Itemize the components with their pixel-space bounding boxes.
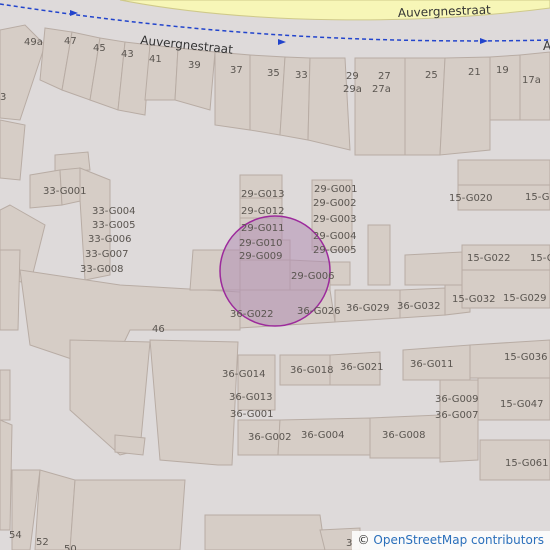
garage-label: 29-G006 (291, 271, 335, 282)
garage-label: 29-G010 (239, 238, 283, 249)
house-number: 35 (267, 68, 280, 79)
garage-label: 36-G013 (229, 392, 273, 403)
house-number: 49a (24, 37, 43, 48)
garage-label: 29-G002 (313, 198, 357, 209)
house-number: 33 (295, 70, 308, 81)
copyright-symbol: © (357, 533, 370, 547)
garage-label: 33-G005 (92, 220, 136, 231)
garage-label: 29-G012 (241, 206, 285, 217)
garage-label: 36-G008 (382, 430, 426, 441)
house-number: 3 (0, 92, 6, 103)
garage-label: 33-G008 (80, 264, 124, 275)
garage-label: 29-G005 (313, 245, 357, 256)
garage-label: 15-G047 (500, 399, 544, 410)
garage-label: 36-G032 (397, 301, 441, 312)
garage-label: 15-G02 (530, 253, 550, 264)
garage-label: 36-G014 (222, 369, 266, 380)
house-number: 19 (496, 65, 509, 76)
house-number: 29 (346, 71, 359, 82)
garage-label: 15-G061 (505, 458, 549, 469)
house-number: 41 (149, 54, 162, 65)
garage-label: 15-G029 (503, 293, 547, 304)
garage-label: 33-G007 (85, 249, 129, 260)
map-canvas[interactable]: Auvergnestraat Auvergnestraat A 49a 47 4… (0, 0, 550, 550)
garage-label: 29-G011 (241, 223, 285, 234)
house-number: 17a (522, 75, 541, 86)
house-number: 39 (188, 60, 201, 71)
house-number: 45 (93, 43, 106, 54)
house-number: 21 (468, 67, 481, 78)
garage-label: 29-G003 (313, 214, 357, 225)
map-view[interactable]: Auvergnestraat Auvergnestraat A 49a 47 4… (0, 0, 550, 550)
street-label-partial: A (543, 39, 550, 53)
garage-label: 29-G004 (313, 231, 357, 242)
map-attribution: © OpenStreetMap contributors (351, 531, 550, 550)
garage-label: 33-G004 (92, 206, 136, 217)
garage-label: 36-G029 (346, 303, 390, 314)
garage-label: 36-G021 (340, 362, 384, 373)
garage-label: 15-G022 (467, 253, 511, 264)
house-number: 46 (152, 324, 165, 335)
garage-label: 33-G001 (43, 186, 87, 197)
garage-label: 36-G011 (410, 359, 454, 370)
house-number: 54 (9, 530, 22, 541)
garage-label: 29-G009 (239, 251, 283, 262)
garage-label: 29-G001 (314, 184, 358, 195)
house-number: 50 (64, 544, 77, 550)
garage-label: 33-G006 (88, 234, 132, 245)
garage-label: 15-G0 (525, 192, 550, 203)
garage-label: 15-G020 (449, 193, 493, 204)
garage-label: 36-G022 (230, 309, 274, 320)
house-number: 43 (121, 49, 134, 60)
garage-label: 29-G013 (241, 189, 285, 200)
house-number: 27 (378, 71, 391, 82)
garage-label: 36-G004 (301, 430, 345, 441)
house-number: 25 (425, 70, 438, 81)
garage-label: 15-G032 (452, 294, 496, 305)
garage-label: 15-G036 (504, 352, 548, 363)
house-number: 52 (36, 537, 49, 548)
garage-label: 36-G018 (290, 365, 334, 376)
garage-label: 36-G026 (297, 306, 341, 317)
garage-label: 36-G009 (435, 394, 479, 405)
house-number: 47 (64, 36, 77, 47)
garage-label: 36-G002 (248, 432, 292, 443)
garage-label: 36-G007 (435, 410, 479, 421)
garage-label: 36-G001 (230, 409, 274, 420)
openstreetmap-link[interactable]: OpenStreetMap contributors (373, 533, 544, 547)
house-number: 29a (343, 84, 362, 95)
house-number: 27a (372, 84, 391, 95)
house-number: 37 (230, 65, 243, 76)
